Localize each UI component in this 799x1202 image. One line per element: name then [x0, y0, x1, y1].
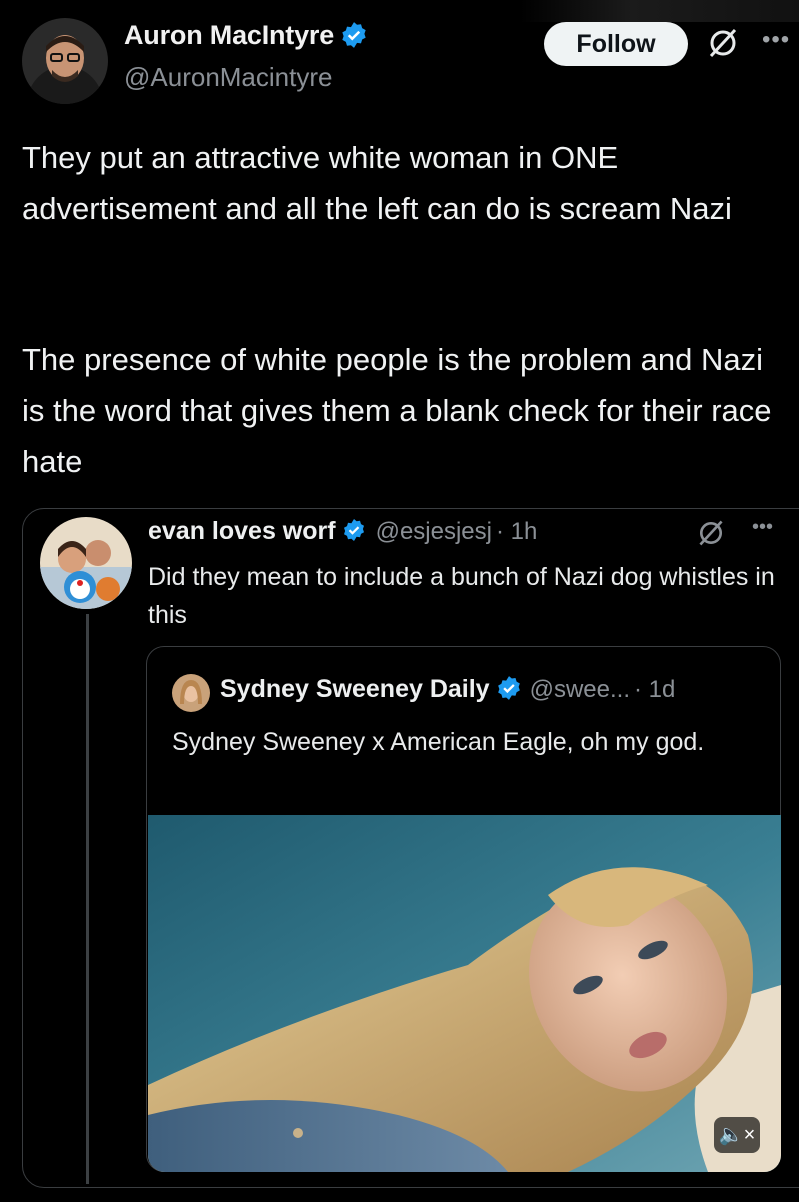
quoted-author-line[interactable]: evan loves worf @esjesjesj · 1h: [148, 517, 537, 546]
author-handle[interactable]: @AuronMacintyre: [124, 62, 332, 93]
nested-author-name[interactable]: Sydney Sweeney Daily: [220, 675, 490, 703]
nested-author-handle[interactable]: @swee...: [530, 676, 630, 703]
verified-badge-icon: [342, 22, 366, 48]
author-avatar[interactable]: [22, 18, 108, 104]
author-name-text[interactable]: Auron MacIntyre: [124, 20, 334, 50]
quoted-author-handle[interactable]: @esjesjesj: [376, 518, 492, 545]
more-icon[interactable]: •••: [752, 516, 773, 539]
nested-author-avatar[interactable]: [172, 674, 210, 712]
volume-muted-icon[interactable]: 🔈×: [714, 1117, 760, 1153]
follow-button[interactable]: Follow: [544, 22, 688, 66]
more-icon[interactable]: •••: [762, 26, 790, 54]
status-bar-fade: [520, 0, 799, 22]
grok-icon[interactable]: [696, 518, 726, 548]
video-frame-image: [148, 815, 781, 1172]
thread-connector-line: [86, 614, 89, 1184]
quoted-author-avatar[interactable]: [40, 517, 132, 609]
quoted-author-name[interactable]: evan loves worf: [148, 517, 336, 545]
nested-author-line[interactable]: Sydney Sweeney Daily @swee... · 1d: [220, 675, 675, 704]
verified-badge-icon: [343, 519, 364, 542]
quoted-post-text: Did they mean to include a bunch of Nazi…: [148, 563, 775, 629]
post-text-paragraph-2: The presence of white people is the prob…: [22, 342, 772, 479]
quoted-timestamp[interactable]: · 1h: [496, 518, 537, 545]
author-name[interactable]: Auron MacIntyre: [124, 20, 368, 51]
post-text-paragraph-1: They put an attractive white woman in ON…: [22, 140, 732, 226]
nested-timestamp[interactable]: · 1d: [634, 676, 675, 703]
grok-icon[interactable]: [706, 26, 740, 60]
nested-post-text: Sydney Sweeney x American Eagle, oh my g…: [172, 728, 705, 756]
verified-badge-icon: [497, 676, 520, 701]
video-media[interactable]: [148, 815, 781, 1172]
